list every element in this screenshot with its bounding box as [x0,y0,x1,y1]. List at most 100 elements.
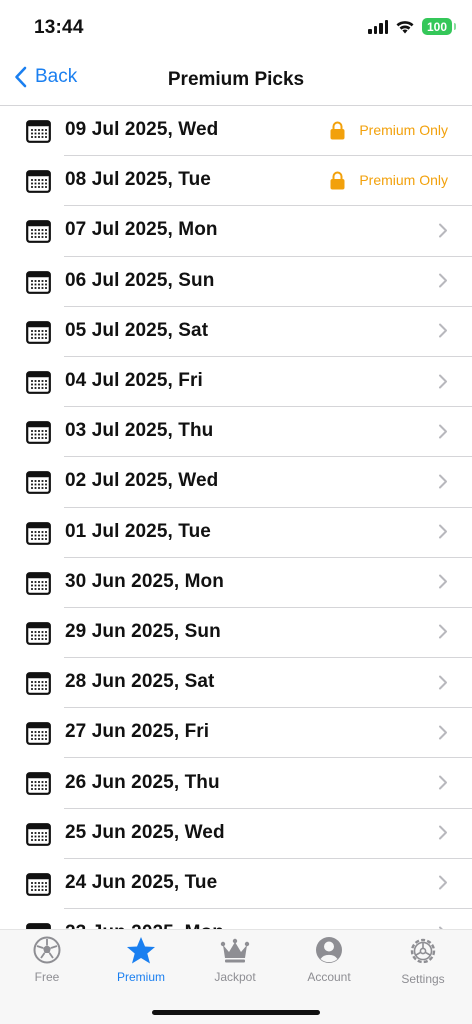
list-item-date: 03 Jul 2025, Thu [65,420,214,442]
disclosure [438,524,448,539]
calendar-icon [26,270,51,294]
chevron-right-icon [438,875,448,890]
tab-settings-label: Settings [401,972,445,986]
chevron-right-icon [438,424,448,439]
tab-account-label: Account [307,970,351,984]
list-item-date: 04 Jul 2025, Fri [65,370,203,392]
list-item-date: 24 Jun 2025, Tue [65,871,218,893]
list-item[interactable]: 30 Jun 2025, Mon [0,556,472,607]
soccer-ball-icon [33,936,61,964]
list-item[interactable]: 04 Jul 2025, Fri [0,355,472,406]
list-item-date: 27 Jun 2025, Fri [65,721,210,743]
list-item-date: 29 Jun 2025, Sun [65,620,221,642]
calendar-icon [26,571,51,595]
list-item[interactable]: 02 Jul 2025, Wed [0,456,472,506]
chevron-right-icon [438,474,448,489]
calendar-icon [26,922,51,929]
status-time: 13:44 [34,17,84,38]
battery-level: 100 [426,19,448,34]
list-item[interactable]: 06 Jul 2025, Sun [0,255,472,306]
tab-settings[interactable]: Settings [376,936,470,986]
disclosure [438,624,448,639]
page-title: Premium Picks [167,69,305,90]
calendar-icon [26,370,51,394]
disclosure [438,223,448,238]
calendar-icon [26,521,51,545]
list-item-date: 01 Jul 2025, Tue [65,520,211,542]
home-indicator [152,1010,320,1015]
chevron-right-icon [438,374,448,389]
chevron-right-icon [438,223,448,238]
disclosure [438,875,448,890]
premium-lock-badge: Premium Only [330,171,448,190]
lock-icon [330,121,345,140]
disclosure [438,574,448,589]
disclosure [438,775,448,790]
tab-jackpot-label: Jackpot [214,970,256,984]
tab-premium-label: Premium [116,970,165,984]
status-icons: 100 [368,18,456,35]
list-item-date: 09 Jul 2025, Wed [65,119,219,141]
cellular-signal-icon [368,19,388,34]
calendar-icon [26,771,51,796]
disclosure [438,374,448,389]
disclosure [438,825,448,840]
lock-icon [330,171,345,190]
calendar-icon [26,621,51,645]
calendar-icon [26,320,51,344]
battery-icon: 100 [422,18,456,35]
premium-lock-badge: Premium Only [330,121,448,140]
navigation-bar: Back Premium Picks [0,56,472,106]
disclosure [438,323,448,338]
list-item-date: 05 Jul 2025, Sat [65,319,209,341]
list-item[interactable]: 27 Jun 2025, Fri [0,707,472,757]
premium-only-label: Premium Only [359,122,448,139]
list-item[interactable]: 01 Jul 2025, Tue [0,506,472,557]
list-item[interactable]: 23 Jun 2025, Mon [0,908,472,929]
calendar-icon [26,822,51,846]
tab-premium[interactable]: Premium [94,936,188,984]
list-item[interactable]: 05 Jul 2025, Sat [0,305,472,356]
list-item-date: 23 Jun 2025, Mon [65,922,224,929]
chevron-right-icon [438,725,448,740]
star-icon [127,937,155,964]
chevron-right-icon [438,825,448,840]
list-item[interactable]: 24 Jun 2025, Tue [0,857,472,908]
list-item-date: 08 Jul 2025, Tue [65,169,211,191]
disclosure [438,675,448,690]
status-bar: 13:44 100 [0,0,472,56]
premium-picks-list[interactable]: 09 Jul 2025, Wed Premium Only 08 Jul 2025,… [0,105,472,929]
list-item[interactable]: 29 Jun 2025, Sun [0,606,472,657]
list-item-date: 06 Jul 2025, Sun [65,269,215,291]
disclosure [438,474,448,489]
list-item[interactable]: 08 Jul 2025, Tue Premium Only [0,155,472,205]
list-item[interactable]: 07 Jul 2025, Mon [0,205,472,255]
list-item-date: 07 Jul 2025, Mon [65,219,218,241]
calendar-icon [26,721,51,746]
tab-free[interactable]: Free [0,936,94,984]
list-item[interactable]: 09 Jul 2025, Wed Premium Only [0,105,472,155]
chevron-right-icon [438,624,448,639]
list-item[interactable]: 26 Jun 2025, Thu [0,757,472,807]
calendar-icon [26,872,51,896]
disclosure [438,725,448,740]
crown-icon [220,938,250,963]
list-item[interactable]: 28 Jun 2025, Sat [0,657,472,707]
tab-jackpot[interactable]: Jackpot [188,936,282,984]
tab-free-label: Free [34,970,60,984]
chevron-right-icon [438,775,448,790]
chevron-right-icon [438,323,448,338]
chevron-right-icon [438,273,448,288]
list-item-date: 30 Jun 2025, Mon [65,570,224,592]
calendar-icon [26,219,51,244]
disclosure [438,273,448,288]
list-item-date: 02 Jul 2025, Wed [65,470,219,492]
calendar-icon [26,420,51,445]
premium-only-label: Premium Only [359,172,448,189]
list-item[interactable]: 25 Jun 2025, Wed [0,807,472,858]
list-item-date: 28 Jun 2025, Sat [65,671,215,693]
list-item-date: 26 Jun 2025, Thu [65,771,220,793]
tab-account[interactable]: Account [282,936,376,984]
list-item[interactable]: 03 Jul 2025, Thu [0,406,472,456]
chevron-right-icon [438,675,448,690]
